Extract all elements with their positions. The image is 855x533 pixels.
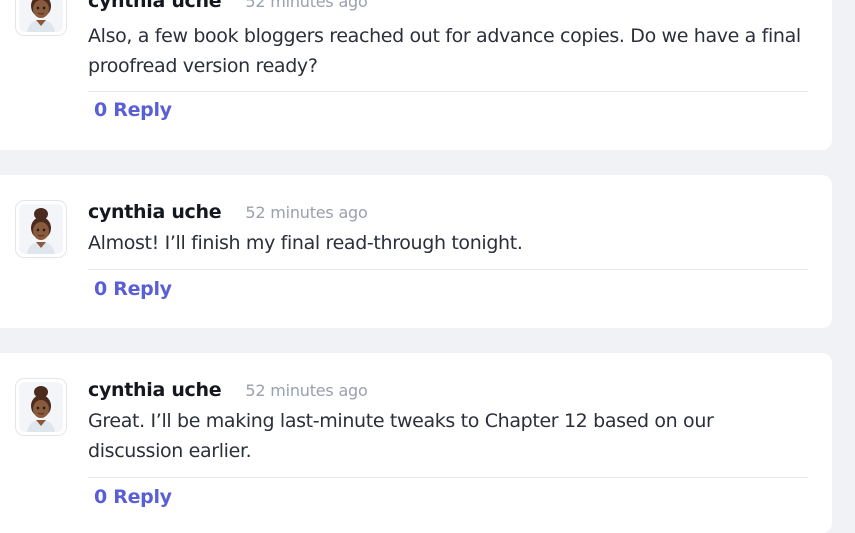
divider	[88, 91, 808, 92]
avatar[interactable]	[15, 0, 67, 36]
comment-text: Also, a few book bloggers reached out fo…	[88, 25, 801, 77]
comment-meta: cynthia uche 52 minutes ago	[88, 201, 368, 227]
comment-timestamp: 52 minutes ago	[245, 381, 368, 400]
comment-author[interactable]: cynthia uche	[88, 201, 222, 223]
comment-text: Almost! I’ll finish my final read-throug…	[88, 232, 523, 254]
comment-card: cynthia uche 52 minutes ago Also, a few …	[0, 0, 832, 150]
divider	[88, 477, 808, 478]
reply-button[interactable]: 0 Reply	[94, 278, 172, 300]
comment-meta: cynthia uche 52 minutes ago	[88, 379, 368, 405]
comment-author[interactable]: cynthia uche	[88, 0, 222, 12]
comment-meta: cynthia uche 52 minutes ago	[88, 0, 368, 16]
avatar[interactable]	[15, 378, 67, 436]
user-avatar-icon	[19, 0, 63, 32]
comment-timestamp: 52 minutes ago	[245, 0, 368, 11]
reply-button[interactable]: 0 Reply	[94, 99, 172, 121]
comment-text: Great. I’ll be making last-minute tweaks…	[88, 410, 714, 462]
comment-timestamp: 52 minutes ago	[245, 203, 368, 222]
comment-card: cynthia uche 52 minutes ago Almost! I’ll…	[0, 175, 832, 328]
avatar[interactable]	[15, 200, 67, 258]
comment-author[interactable]: cynthia uche	[88, 379, 222, 401]
comment-card: cynthia uche 52 minutes ago Great. I’ll …	[0, 353, 832, 533]
user-avatar-icon	[19, 382, 63, 432]
divider	[88, 269, 808, 270]
reply-button[interactable]: 0 Reply	[94, 486, 172, 508]
user-avatar-icon	[19, 204, 63, 254]
